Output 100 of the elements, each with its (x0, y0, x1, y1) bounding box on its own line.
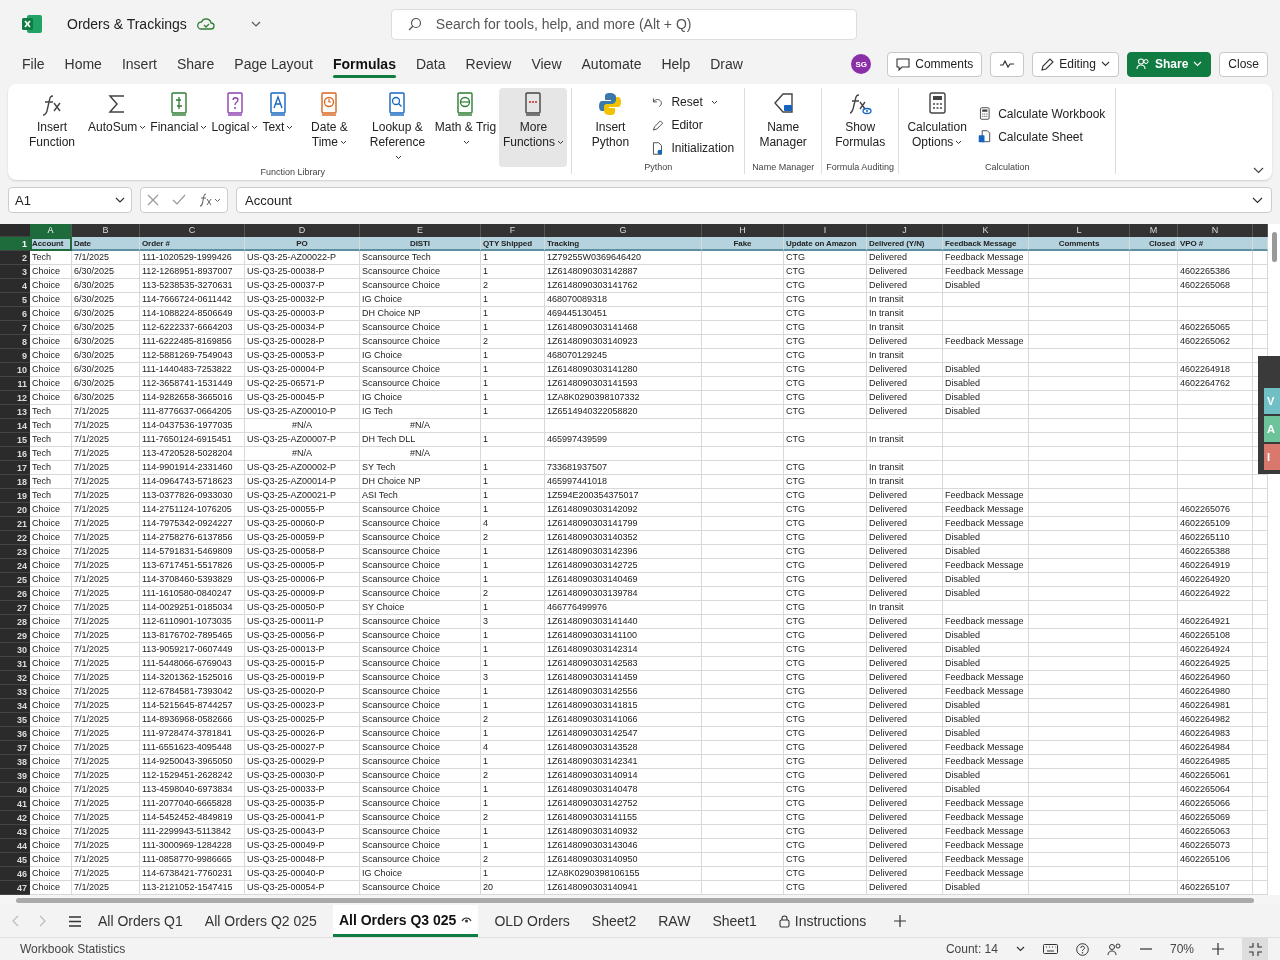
ribbon-button[interactable]: Show Formulas (826, 88, 895, 162)
row-header[interactable]: 35 (0, 713, 30, 727)
row-header[interactable]: 5 (0, 293, 30, 307)
chevron-down-icon[interactable] (1253, 167, 1264, 174)
sheet-tab[interactable]: All Orders Q3 025 (332, 905, 479, 937)
row-header[interactable]: 13 (0, 405, 30, 419)
row-header[interactable]: 2 (0, 251, 30, 265)
zoom-level[interactable]: 70% (1169, 942, 1194, 956)
row-header[interactable]: 29 (0, 629, 30, 643)
cancel-icon[interactable] (147, 194, 160, 206)
menu-tab[interactable]: Share (166, 50, 225, 78)
editing-button[interactable]: Editing (1032, 51, 1119, 77)
ribbon-button[interactable]: Reset (648, 92, 737, 112)
share-button[interactable]: Share (1126, 51, 1212, 77)
ribbon-button[interactable]: Math & Trig (431, 88, 500, 167)
sheet-tab[interactable]: OLD Orders (488, 905, 576, 937)
count-summary[interactable]: Count: 14 (945, 942, 998, 956)
row-header[interactable]: 21 (0, 517, 30, 531)
row-header[interactable]: 45 (0, 853, 30, 867)
name-box[interactable]: A1 (8, 187, 132, 213)
help-icon[interactable] (1075, 942, 1089, 956)
row-header[interactable]: 23 (0, 545, 30, 559)
activity-button[interactable] (990, 51, 1025, 77)
menu-tab[interactable]: Formulas (322, 50, 406, 78)
column-header[interactable]: H (702, 224, 784, 237)
ribbon-button[interactable]: Date & Time (295, 88, 364, 167)
column-header[interactable]: C (140, 224, 245, 237)
chevron-down-icon[interactable] (250, 21, 261, 27)
column-header[interactable]: G (545, 224, 702, 237)
menu-tab[interactable]: Draw (700, 50, 753, 78)
row-header[interactable]: 28 (0, 615, 30, 629)
row-header[interactable]: 6 (0, 307, 30, 321)
ribbon-button[interactable]: AutoSum (86, 88, 149, 167)
search-field[interactable]: Search for tools, help, and more (Alt + Q) (390, 8, 857, 40)
column-header[interactable]: F (481, 224, 545, 237)
keyboard-icon[interactable] (1042, 944, 1058, 954)
column-header[interactable]: J (867, 224, 943, 237)
check-icon[interactable] (172, 194, 186, 206)
row-header[interactable]: 15 (0, 433, 30, 447)
cloud-check-icon[interactable] (196, 17, 215, 31)
ribbon-button[interactable]: Calculate Sheet (975, 127, 1108, 146)
chevron-down-icon[interactable] (1015, 946, 1025, 952)
row-header[interactable]: 47 (0, 881, 30, 895)
row-header[interactable]: 32 (0, 671, 30, 685)
row-header[interactable]: 12 (0, 391, 30, 405)
row-header[interactable]: 26 (0, 587, 30, 601)
row-header[interactable]: 43 (0, 825, 30, 839)
menu-tab[interactable]: Review (455, 50, 522, 78)
row-header[interactable]: 16 (0, 447, 30, 461)
ribbon-button[interactable]: Lookup & Reference (363, 88, 432, 167)
row-header[interactable]: 30 (0, 643, 30, 657)
close-button[interactable]: Close (1219, 51, 1268, 77)
row-header[interactable]: 7 (0, 321, 30, 335)
row-header[interactable]: 10 (0, 363, 30, 377)
column-header[interactable]: I (784, 224, 867, 237)
column-header[interactable]: A (30, 224, 72, 237)
row-header[interactable]: 18 (0, 475, 30, 489)
row-header[interactable]: 25 (0, 573, 30, 587)
column-header[interactable]: L (1029, 224, 1130, 237)
sheet-tab[interactable]: Sheet1 (706, 905, 763, 937)
ribbon-button[interactable]: Logical (209, 88, 261, 167)
row-header[interactable]: 22 (0, 531, 30, 545)
people-icon[interactable] (1106, 942, 1122, 956)
row-header[interactable]: 33 (0, 685, 30, 699)
row-header[interactable]: 34 (0, 699, 30, 713)
row-header[interactable]: 37 (0, 741, 30, 755)
row-header[interactable]: 3 (0, 265, 30, 279)
sheet-tab[interactable]: All Orders Q1 (92, 905, 189, 937)
menu-tab[interactable]: Automate (571, 50, 652, 78)
column-header[interactable]: N (1178, 224, 1253, 237)
row-header[interactable]: 19 (0, 489, 30, 503)
ribbon-button[interactable]: Calculation Options (903, 88, 972, 162)
row-header[interactable]: 31 (0, 657, 30, 671)
row-header[interactable]: 14 (0, 419, 30, 433)
ribbon-button[interactable]: More Functions (499, 88, 568, 167)
fit-button[interactable] (1242, 938, 1268, 960)
comments-button[interactable]: Comments (887, 51, 983, 77)
column-header[interactable]: K (943, 224, 1029, 237)
sheet-tab[interactable]: All Orders Q2 025 (198, 905, 323, 937)
row-header[interactable]: 17 (0, 461, 30, 475)
row-header[interactable]: 24 (0, 559, 30, 573)
sheet-tab[interactable]: Instructions (772, 905, 873, 937)
row-header[interactable]: 20 (0, 503, 30, 517)
spreadsheet-logo-icon[interactable] (21, 14, 43, 34)
function-icon[interactable] (198, 193, 221, 207)
sheet-tab[interactable]: Sheet2 (585, 905, 643, 937)
ribbon-button[interactable]: Text (260, 88, 296, 167)
row-header[interactable]: 11 (0, 377, 30, 391)
row-header[interactable]: 4 (0, 279, 30, 293)
ribbon-button[interactable]: Insert Function (18, 88, 86, 167)
ribbon-button[interactable]: Editor (648, 115, 737, 135)
menu-tab[interactable]: Home (54, 50, 112, 78)
row-header[interactable]: 41 (0, 797, 30, 811)
scrollbar-thumb[interactable] (1272, 232, 1277, 262)
ribbon-button[interactable]: Initialization (648, 138, 737, 158)
add-sheet-icon[interactable] (894, 915, 907, 927)
menu-tab[interactable]: Help (651, 50, 701, 78)
menu-icon[interactable] (68, 915, 82, 927)
row-header[interactable]: 46 (0, 867, 30, 881)
menu-tab[interactable]: View (521, 50, 572, 78)
